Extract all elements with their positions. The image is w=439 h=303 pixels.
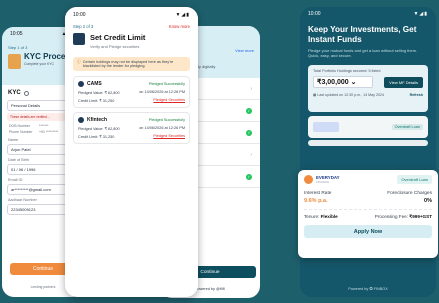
credit-limit: Credit Limit: ₹ 31,250 — [78, 99, 115, 103]
alert-text: Certain holdings may not be displayed he… — [82, 60, 174, 68]
apply-now-button[interactable]: Apply Now — [304, 225, 432, 238]
check-icon: ✓ — [246, 107, 252, 114]
foreclosure-value: 0% — [424, 198, 432, 204]
pledged-date: on 14/06/2026 at 12:26 PM — [139, 90, 185, 94]
check-icon: ✓ — [246, 173, 252, 180]
view-more-link[interactable]: View more — [235, 48, 254, 53]
page-subtitle: Verify and Pledge securities — [90, 44, 140, 49]
credit-row: Credit Limit: ₹ 31,250 Pledged Securities — [78, 98, 185, 103]
detail-key: DOB Number — [9, 124, 31, 128]
brand-sub: FINANCE — [316, 180, 330, 184]
amount-select[interactable]: ₹3,00,000 ⌄ — [313, 76, 373, 88]
detail-value: ******* — [39, 124, 49, 128]
pledged-row: Pledged Value: ₹ 62,800 on 14/06/2026 at … — [78, 126, 185, 131]
time: 10:05 — [10, 31, 23, 37]
time: 10:00 — [308, 11, 321, 17]
credit-row: Credit Limit: ₹ 31,250 Pledged Securities — [78, 134, 185, 139]
kfintech-name: Kfintech — [87, 117, 107, 123]
pledged-securities-link[interactable]: Pledged Securities — [153, 134, 185, 139]
personal-details-label: Personal Details — [11, 103, 41, 108]
powered-by: Powered by ✪ FINBOX — [348, 287, 388, 291]
view-mf-details-button[interactable]: View MF Details — [384, 76, 423, 88]
pledged-value: Pledged Value: ₹ 62,800 — [78, 91, 120, 95]
tenure: Tenure: Flexible — [304, 214, 338, 220]
chevron-down-icon: ⌄ — [350, 79, 357, 86]
page-title: Set Credit Limit — [90, 33, 146, 42]
info-icon[interactable] — [23, 90, 29, 96]
hero-title: Keep Your Investments, Get Instant Funds — [308, 25, 417, 44]
panel-title: Total Portfolio Holdings secured: 5 list… — [313, 69, 381, 73]
know-more-link[interactable]: Know more — [169, 24, 190, 29]
cams-title: CAMS — [78, 81, 102, 87]
processing-fee: Processing Fee: ₹999+GST — [375, 214, 432, 220]
chevron-right-icon: › — [250, 85, 252, 92]
lender-logo-icon — [304, 175, 313, 184]
amount-row: ₹3,00,000 ⌄ View MF Details — [313, 76, 423, 88]
kfintech-header: Kfintech Pledged Successfully — [78, 117, 185, 123]
loan-type-tag: Overdraft Loan — [397, 175, 432, 184]
cams-name: CAMS — [87, 81, 102, 87]
last-updated: ▦ Last updated on 12:30 p.m., 14 May 202… — [313, 93, 384, 97]
foreclosure-label: Foreclosure Charges — [387, 191, 432, 196]
fee-label: Processing Fee: — [374, 214, 410, 219]
status-badge: Pledged Successfully — [148, 118, 185, 122]
offer-header: EVERYDAY FINANCE Overdraft Loan — [304, 175, 432, 184]
portfolio-panel: Total Portfolio Holdings secured: 5 list… — [308, 65, 428, 112]
step-line: Step 2 of 3 Know more — [65, 23, 198, 30]
lender-card-back — [308, 140, 428, 146]
lender-brand: EVERYDAY FINANCE — [304, 175, 340, 184]
refresh-link[interactable]: Refresh — [410, 93, 423, 97]
chevron-right-icon: › — [250, 151, 252, 158]
updated-text: Last updated on 12:30 p.m., 14 May 2024 — [317, 93, 384, 97]
kfintech-title: Kfintech — [78, 117, 107, 123]
divider — [304, 209, 432, 210]
credit-limit: Credit Limit: ₹ 31,250 — [78, 135, 115, 139]
kyc-heading: KYC — [8, 90, 21, 96]
interest-value: 9.6% p.a. — [304, 198, 328, 204]
status-badge: Pledged Successfully — [148, 82, 185, 86]
fee-value: ₹999+GST — [409, 214, 432, 219]
status-bar: 10:00 ▼◢▮ — [65, 7, 198, 23]
cams-header: CAMS Pledged Successfully — [78, 81, 185, 87]
status-bar: 10:00 ▼◢▮ — [300, 7, 436, 21]
tenure-label: Tenure: — [304, 214, 321, 219]
signal-icon: ▼◢▮ — [175, 12, 190, 18]
lender-card-back: Overdraft Loan — [308, 116, 428, 138]
interest-label: Interest Rate — [304, 191, 332, 196]
document-icon — [8, 54, 21, 69]
signal-icon: ▼◢▮ — [413, 11, 428, 17]
detail-key: Phone Number — [9, 130, 33, 134]
check-icon: ✓ — [246, 129, 252, 136]
time: 10:00 — [73, 12, 86, 18]
calendar-icon: ▦ — [313, 93, 317, 97]
title-block: Set Credit Limit Verify and Pledge secur… — [65, 30, 198, 52]
step-indicator: Step 2 of 3 — [73, 24, 94, 29]
pledge-phone: 10:00 ▼◢▮ Step 2 of 3 Know more Set Credi… — [65, 7, 198, 297]
foreclosure-block: Foreclosure Charges 0% — [387, 191, 432, 204]
cams-card: CAMS Pledged Successfully Pledged Value: … — [73, 76, 190, 108]
pledged-value: Pledged Value: ₹ 62,800 — [78, 127, 120, 131]
pledged-row: Pledged Value: ₹ 62,800 on 14/06/2026 at … — [78, 90, 185, 95]
hero-subtitle: Pledge your mutual funds and get a loan … — [308, 48, 418, 58]
amount-value: ₹3,00,000 — [317, 79, 349, 86]
terms-row: Tenure: Flexible Processing Fee: ₹999+GS… — [304, 214, 432, 220]
tenure-value: Flexible — [320, 214, 338, 219]
interest-block: Interest Rate 9.6% p.a. — [304, 191, 331, 204]
bank-icon — [73, 33, 85, 45]
pledged-securities-link[interactable]: Pledged Securities — [153, 98, 185, 103]
loan-tag: Overdraft Loan — [391, 124, 423, 130]
cams-logo-icon — [78, 81, 84, 87]
info-icon: ⓘ — [77, 60, 81, 64]
detail-value: +91 ********* — [39, 130, 59, 134]
update-row: ▦ Last updated on 12:30 p.m., 14 May 202… — [313, 93, 423, 97]
offer-stats: Interest Rate 9.6% p.a. Foreclosure Charg… — [304, 191, 432, 204]
loan-offer-card[interactable]: EVERYDAY FINANCE Overdraft Loan Interest … — [298, 170, 438, 258]
blacklist-alert: ⓘ Certain holdings may not be displayed h… — [73, 57, 190, 71]
kfintech-logo-icon — [78, 117, 84, 123]
kfintech-card: Kfintech Pledged Successfully Pledged Val… — [73, 112, 190, 144]
lender-logo-icon — [313, 122, 339, 132]
pledged-date: on 14/06/2026 at 12:26 PM — [139, 126, 185, 130]
